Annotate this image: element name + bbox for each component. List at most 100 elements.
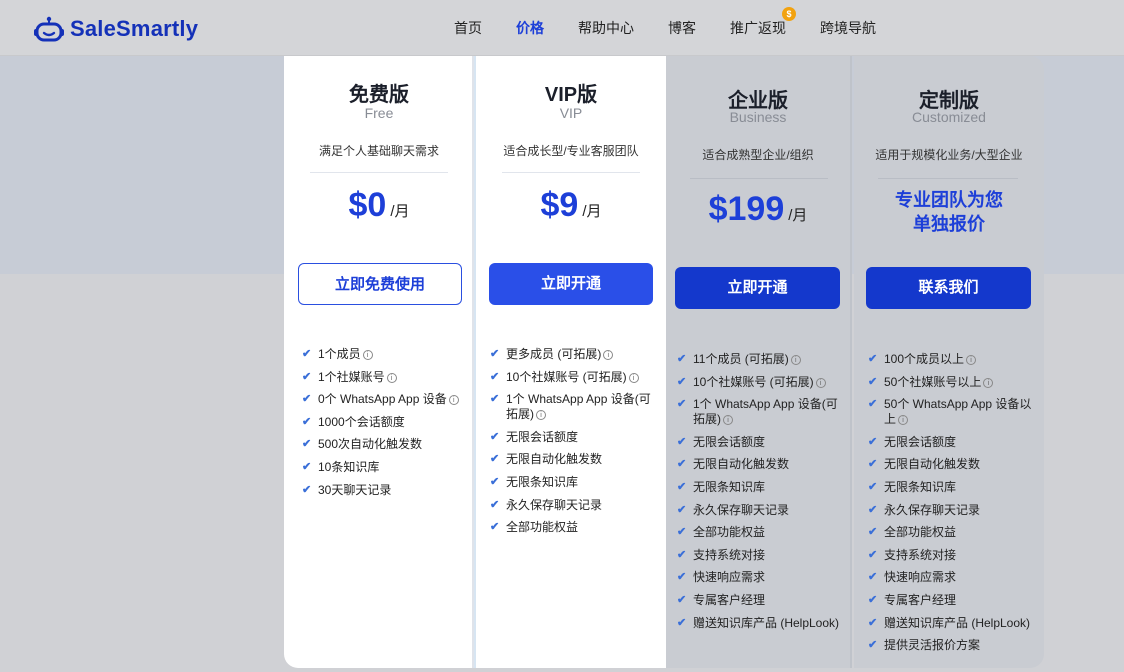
info-icon[interactable]: i [790, 355, 801, 365]
info-icon[interactable]: i [628, 372, 639, 383]
feature-item: ✔ 无限条知识库 [490, 475, 658, 490]
feature-text: 1000个会话额度 [318, 414, 405, 429]
plan-card-business: 企业版 Business 适合成熟型企业/组织 $199/月 立即开通 ✔ 11个… [666, 56, 852, 668]
nav-pricing[interactable]: 价格 [516, 18, 544, 38]
subscribe-vip-button[interactable]: 立即开通 [489, 263, 653, 305]
check-icon: ✔ [302, 460, 312, 473]
contact-us-button[interactable]: 联系我们 [866, 267, 1031, 309]
feature-item: ✔ 快速响应需求 [868, 570, 1040, 585]
feature-item: ✔ 100个成员以上 i [868, 352, 1040, 367]
feature-list: ✔ 1个成员 i ✔ 1个社媒账号 i ✔ 0个 WhatsApp App 设备 i ✔ 10… [302, 347, 462, 505]
check-icon: ✔ [868, 435, 878, 448]
nav-home[interactable]: 首页 [454, 18, 482, 38]
feature-text: 支持系统对接 [884, 547, 957, 562]
feature-item: ✔ 全部功能权益 [677, 525, 849, 540]
custom-quote-text: 专业团队为您单独报价 [895, 190, 1003, 234]
plan-subtitle: Customized [912, 109, 986, 125]
check-icon: ✔ [490, 453, 500, 466]
feature-item: ✔ 全部功能权益 [868, 525, 1040, 540]
feature-item: ✔ 10个社媒账号 (可拓展) i [490, 370, 658, 385]
divider [502, 172, 640, 173]
feature-item: ✔ 全部功能权益 [490, 520, 658, 535]
feature-text: 0个 WhatsApp App 设备 [318, 392, 447, 407]
feature-item: ✔ 支持系统对接 [868, 548, 1040, 563]
feature-item: ✔ 1个 WhatsApp App 设备(可拓展) i [490, 392, 658, 422]
feature-item: ✔ 无限会话额度 [677, 435, 849, 450]
info-icon[interactable]: i [536, 410, 546, 421]
info-icon[interactable]: i [448, 395, 459, 406]
check-icon: ✔ [868, 526, 878, 539]
feature-item: ✔ 专属客户经理 [868, 593, 1040, 608]
check-icon: ✔ [868, 616, 878, 629]
feature-text: 10条知识库 [318, 459, 380, 474]
check-icon: ✔ [677, 398, 687, 411]
check-icon: ✔ [677, 480, 687, 493]
feature-item: ✔ 永久保存聊天记录 [677, 503, 849, 518]
info-icon[interactable]: i [815, 377, 826, 388]
feature-text: 50个社媒账号以上 [884, 374, 982, 389]
info-icon[interactable]: i [966, 355, 977, 365]
check-icon: ✔ [677, 593, 687, 606]
nav-cross-border[interactable]: 跨境导航 [820, 18, 876, 38]
feature-item: ✔ 50个社媒账号以上 i [868, 375, 1040, 390]
feature-item: ✔ 50个 WhatsApp App 设备以上 i [868, 397, 1040, 427]
feature-text: 全部功能权益 [693, 525, 766, 540]
feature-text: 永久保存聊天记录 [506, 497, 603, 512]
feature-text: 无限条知识库 [506, 474, 579, 489]
check-icon: ✔ [868, 571, 878, 584]
feature-item: ✔ 0个 WhatsApp App 设备 i [302, 392, 462, 407]
feature-text: 赠送知识库产品 (HelpLook) [693, 615, 840, 630]
feature-item: ✔ 无限条知识库 [677, 480, 849, 495]
feature-text: 无限条知识库 [693, 479, 766, 494]
check-icon: ✔ [868, 503, 878, 516]
nav-blog[interactable]: 博客 [668, 18, 696, 38]
feature-item: ✔ 1个 WhatsApp App 设备(可拓展) i [677, 397, 849, 427]
feature-item: ✔ 30天聊天记录 [302, 483, 462, 498]
check-icon: ✔ [490, 475, 500, 488]
feature-text: 10个社媒账号 (可拓展) [506, 369, 627, 384]
nav-affiliate-label: 推广返现 [730, 20, 786, 36]
feature-item: ✔ 11个成员 (可拓展) i [677, 352, 849, 367]
feature-text: 无限会话额度 [884, 434, 957, 449]
check-icon: ✔ [490, 521, 500, 534]
plan-title: VIP版 [544, 84, 598, 106]
check-icon: ✔ [302, 370, 312, 383]
feature-item: ✔ 永久保存聊天记录 [490, 498, 658, 513]
feature-list: ✔ 11个成员 (可拓展) i ✔ 10个社媒账号 (可拓展) i ✔ 1个 WhatsA… [677, 352, 849, 638]
check-icon: ✔ [868, 458, 878, 471]
check-icon: ✔ [302, 415, 312, 428]
info-icon[interactable]: i [603, 350, 614, 360]
divider [310, 172, 448, 173]
feature-item: ✔ 1000个会话额度 [302, 415, 462, 430]
check-icon: ✔ [677, 353, 687, 365]
feature-text: 1个 WhatsApp App 设备(可拓展) [506, 392, 651, 422]
feature-item: ✔ 提供灵活报价方案 [868, 638, 1040, 653]
check-icon: ✔ [868, 353, 878, 365]
info-icon[interactable]: i [362, 350, 373, 360]
start-free-button[interactable]: 立即免费使用 [298, 263, 462, 305]
feature-list: ✔ 100个成员以上 i ✔ 50个社媒账号以上 i ✔ 50个 WhatsApp App… [868, 352, 1040, 661]
nav-help-center[interactable]: 帮助中心 [578, 18, 634, 38]
plan-price: $9/月 [476, 186, 666, 225]
check-icon: ✔ [868, 375, 878, 388]
feature-text: 无限条知识库 [884, 479, 957, 494]
subscribe-business-button[interactable]: 立即开通 [675, 267, 840, 309]
brand-logo[interactable]: SaleSmartly [34, 16, 198, 42]
nav-affiliate[interactable]: 推广返现 $ [730, 7, 796, 38]
feature-text: 10个社媒账号 (可拓展) [693, 374, 814, 389]
feature-text: 1个成员 [318, 347, 361, 361]
check-icon: ✔ [868, 548, 878, 561]
brand-name: SaleSmartly [70, 16, 199, 41]
feature-item: ✔ 10个社媒账号 (可拓展) i [677, 375, 849, 390]
feature-text: 无限会话额度 [506, 429, 579, 444]
info-icon[interactable]: i [723, 415, 733, 426]
plan-price: $199/月 [666, 190, 850, 229]
info-icon[interactable]: i [898, 415, 909, 426]
check-icon: ✔ [868, 480, 878, 493]
check-icon: ✔ [677, 616, 687, 629]
feature-item: ✔ 无限条知识库 [868, 480, 1040, 495]
check-icon: ✔ [490, 348, 500, 360]
feature-text: 永久保存聊天记录 [884, 502, 981, 517]
info-icon[interactable]: i [983, 377, 994, 388]
info-icon[interactable]: i [386, 372, 397, 383]
